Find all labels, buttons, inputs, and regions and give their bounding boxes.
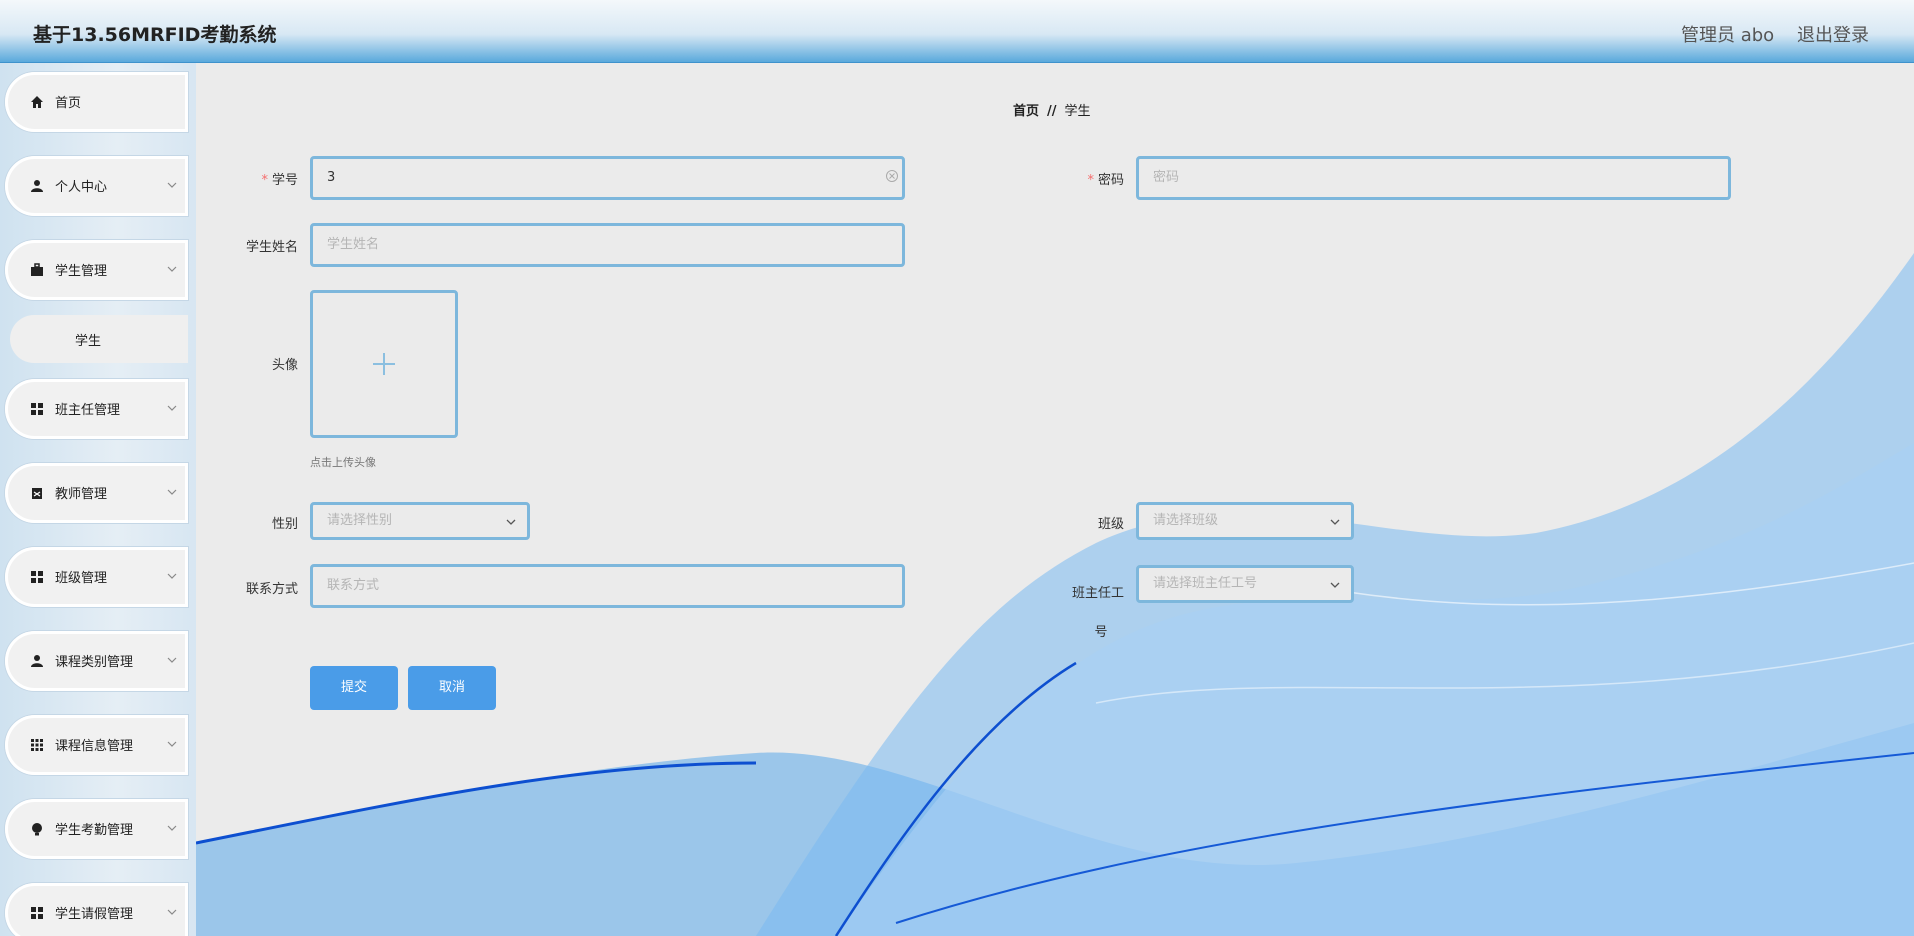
teacher-id-label: 班主任工 号	[1071, 586, 1124, 640]
breadcrumb-separator: //	[1047, 104, 1057, 119]
sidebar-item-attendance[interactable]: 学生考勤管理	[5, 799, 188, 859]
breadcrumb-home[interactable]: 首页	[1013, 104, 1039, 119]
chevron-down-icon	[167, 489, 177, 495]
chevron-down-icon	[167, 182, 177, 188]
sidebar-item-label: 教师管理	[55, 487, 108, 502]
class-select[interactable]: 请选择班级	[1136, 502, 1354, 540]
student-id-input[interactable]: 3	[310, 156, 905, 200]
chevron-down-icon	[1330, 582, 1340, 588]
clipboard-icon	[32, 488, 42, 499]
name-label: 学生姓名	[245, 240, 298, 255]
password-label: * 密码	[1087, 173, 1124, 188]
sidebar-item-home[interactable]: 首页	[5, 72, 188, 132]
avatar-label: 头像	[271, 358, 298, 373]
sidebar-item-course-info[interactable]: 课程信息管理	[5, 715, 188, 775]
dots-grid-icon	[31, 739, 43, 751]
breadcrumb: 首页 // 学生	[1013, 100, 1091, 119]
sidebar-item-teachers[interactable]: 教师管理	[5, 463, 188, 523]
sidebar-item-profile[interactable]: 个人中心	[5, 156, 188, 216]
briefcase-icon	[31, 263, 43, 276]
sidebar-item-course-categories[interactable]: 课程类别管理	[5, 631, 188, 691]
sidebar-item-label: 班主任管理	[55, 403, 121, 418]
chevron-down-icon	[167, 741, 177, 747]
class-label: 班级	[1097, 517, 1124, 532]
bulb-icon	[32, 823, 42, 836]
avatar-upload[interactable]	[310, 290, 458, 438]
sidebar-item-label: 个人中心	[55, 180, 108, 195]
teacher-id-placeholder: 请选择班主任工号	[1153, 576, 1258, 591]
chevron-down-icon	[167, 266, 177, 272]
top-header: 基于13.56MRFID考勤系统 管理员 abo 退出登录	[0, 0, 1914, 63]
sidebar-item-head-teachers[interactable]: 班主任管理	[5, 379, 188, 439]
sidebar-item-label: 首页	[55, 96, 82, 111]
cancel-button[interactable]: 取消	[408, 666, 496, 710]
sidebar-item-label: 课程信息管理	[55, 739, 134, 754]
contact-input[interactable]: 联系方式	[310, 564, 905, 608]
sidebar-item-label: 学生请假管理	[55, 907, 134, 922]
chevron-down-icon	[167, 825, 177, 831]
user-icon	[31, 180, 43, 192]
gender-label: 性别	[271, 517, 298, 532]
current-user: 管理员 abo	[1681, 25, 1775, 46]
student-id-label: * 学号	[261, 173, 298, 188]
home-icon	[31, 96, 43, 108]
clear-icon[interactable]	[885, 169, 899, 183]
plus-icon	[373, 353, 395, 375]
gender-placeholder: 请选择性别	[327, 513, 393, 528]
name-input[interactable]: 学生姓名	[310, 223, 905, 267]
sidebar-item-classes[interactable]: 班级管理	[5, 547, 188, 607]
user-icon	[31, 655, 43, 667]
sidebar-item-label: 课程类别管理	[55, 655, 134, 670]
sidebar-item-label: 班级管理	[55, 571, 108, 586]
sidebar-item-label: 学生管理	[55, 264, 108, 279]
grid-icon	[31, 571, 43, 583]
sidebar-item-label: 学生考勤管理	[55, 823, 134, 838]
grid-icon	[31, 907, 43, 919]
sidebar-item-leave[interactable]: 学生请假管理	[5, 883, 188, 936]
grid-icon	[31, 403, 43, 415]
chevron-down-icon	[167, 405, 177, 411]
avatar-hint: 点击上传头像	[310, 456, 376, 469]
teacher-id-select[interactable]: 请选择班主任工号	[1136, 565, 1354, 603]
chevron-down-icon	[167, 657, 177, 663]
class-placeholder: 请选择班级	[1153, 513, 1219, 528]
sidebar-subitem-student[interactable]: 学生	[10, 315, 188, 363]
chevron-down-icon	[167, 909, 177, 915]
sidebar: 首页 个人中心 学生管理 学生 班主任管理 教师管理 班级管理 课程类别管理 课…	[0, 63, 196, 936]
logout-link[interactable]: 退出登录	[1797, 21, 1869, 47]
sidebar-item-students[interactable]: 学生管理	[5, 240, 188, 300]
chevron-down-icon	[1330, 519, 1340, 525]
contact-label: 联系方式	[245, 582, 298, 597]
password-input[interactable]: 密码	[1136, 156, 1731, 200]
app-title: 基于13.56MRFID考勤系统	[33, 24, 277, 46]
chevron-down-icon	[167, 573, 177, 579]
breadcrumb-current: 学生	[1064, 104, 1091, 119]
chevron-down-icon	[506, 519, 516, 525]
gender-select[interactable]: 请选择性别	[310, 502, 530, 540]
sidebar-subitem-label: 学生	[75, 334, 102, 349]
main-content: 首页//学生 * 学号 3 * 密码 密码 学生姓名 学生姓名 头像 点击上传头像 …	[196, 63, 1914, 936]
submit-button[interactable]: 提交	[310, 666, 398, 710]
